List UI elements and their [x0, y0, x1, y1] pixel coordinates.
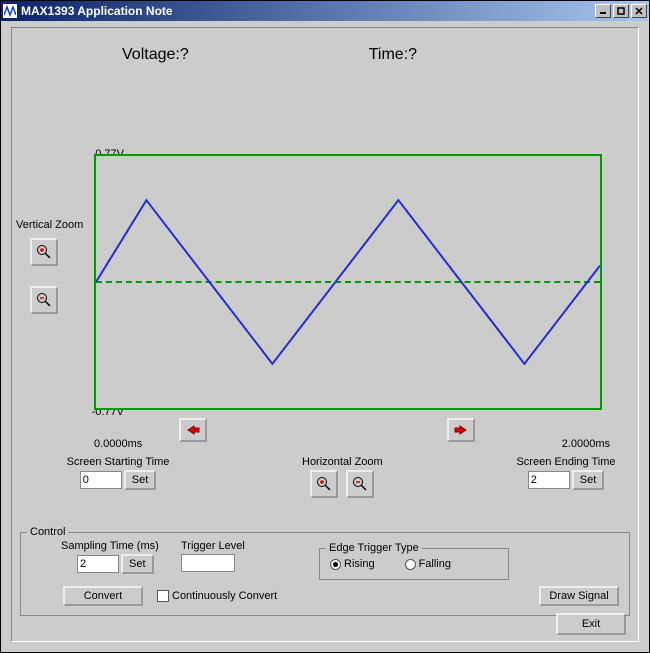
- end-time-input[interactable]: [528, 471, 570, 489]
- start-time-input[interactable]: [80, 471, 122, 489]
- window-title: MAX1393 Application Note: [21, 4, 595, 18]
- end-time-label: Screen Ending Time: [506, 456, 626, 468]
- main-panel: Voltage:? Time:? 0.77V 0.00V -0.77V Vert…: [11, 27, 639, 642]
- convert-button[interactable]: Convert: [63, 586, 143, 606]
- trigger-level-label: Trigger Level: [181, 540, 245, 552]
- start-time-label: Screen Starting Time: [58, 456, 178, 468]
- time-readout: Time:?: [369, 46, 417, 64]
- app-window: MAX1393 Application Note Voltage:? Time:…: [0, 0, 650, 653]
- radio-icon: [330, 559, 341, 570]
- voltage-readout: Voltage:?: [122, 46, 189, 64]
- control-legend: Control: [27, 526, 68, 538]
- titlebar: MAX1393 Application Note: [1, 1, 649, 21]
- readouts: Voltage:? Time:?: [12, 46, 638, 64]
- sampling-set-button[interactable]: Set: [121, 554, 154, 574]
- continuously-convert-checkbox[interactable]: Continuously Convert: [157, 590, 277, 602]
- scroll-right-button[interactable]: [447, 418, 475, 442]
- start-time-group: Screen Starting Time Set: [58, 456, 178, 490]
- draw-signal-button[interactable]: Draw Signal: [539, 586, 619, 606]
- arrow-left-icon: [186, 424, 200, 436]
- x-axis-start-label: 0.0000ms: [94, 438, 142, 450]
- continuously-convert-label: Continuously Convert: [172, 590, 277, 602]
- edge-trigger-group: Edge Trigger Type Rising Falling: [319, 542, 509, 580]
- arrow-right-icon: [454, 424, 468, 436]
- minimize-button[interactable]: [595, 4, 611, 18]
- scroll-left-button[interactable]: [179, 418, 207, 442]
- sampling-time-label: Sampling Time (ms): [61, 540, 159, 552]
- rising-radio-label: Rising: [344, 558, 375, 570]
- trigger-level-input[interactable]: [181, 554, 235, 572]
- falling-radio[interactable]: Falling: [405, 558, 451, 570]
- x-axis-end-label: 2.0000ms: [562, 438, 610, 450]
- rising-radio[interactable]: Rising: [330, 558, 375, 570]
- app-icon: [3, 4, 17, 18]
- end-time-group: Screen Ending Time Set: [506, 456, 626, 490]
- start-time-set-button[interactable]: Set: [124, 470, 157, 490]
- exit-button[interactable]: Exit: [556, 613, 626, 635]
- oscilloscope-plot[interactable]: [94, 154, 602, 410]
- waveform-trace: [96, 156, 600, 408]
- vertical-zoom-label: Vertical Zoom: [16, 219, 83, 231]
- close-button[interactable]: [631, 4, 647, 18]
- vertical-zoom-out-button[interactable]: [30, 286, 58, 314]
- radio-icon: [405, 559, 416, 570]
- horizontal-zoom-in-button[interactable]: [310, 470, 338, 498]
- maximize-button[interactable]: [613, 4, 629, 18]
- zoom-in-icon: [316, 476, 332, 492]
- zoom-in-icon: [36, 244, 52, 260]
- edge-trigger-legend: Edge Trigger Type: [326, 542, 422, 554]
- control-group: Control Sampling Time (ms) Set Trigger L…: [20, 526, 630, 616]
- vertical-zoom-in-button[interactable]: [30, 238, 58, 266]
- zoom-out-icon: [352, 476, 368, 492]
- horizontal-zoom-out-button[interactable]: [346, 470, 374, 498]
- checkbox-icon: [157, 590, 169, 602]
- sampling-time-input[interactable]: [77, 555, 119, 573]
- horizontal-zoom-label: Horizontal Zoom: [302, 456, 383, 468]
- content-area: Voltage:? Time:? 0.77V 0.00V -0.77V Vert…: [1, 21, 649, 652]
- window-controls: [595, 4, 647, 18]
- falling-radio-label: Falling: [419, 558, 451, 570]
- zoom-out-icon: [36, 292, 52, 308]
- end-time-set-button[interactable]: Set: [572, 470, 605, 490]
